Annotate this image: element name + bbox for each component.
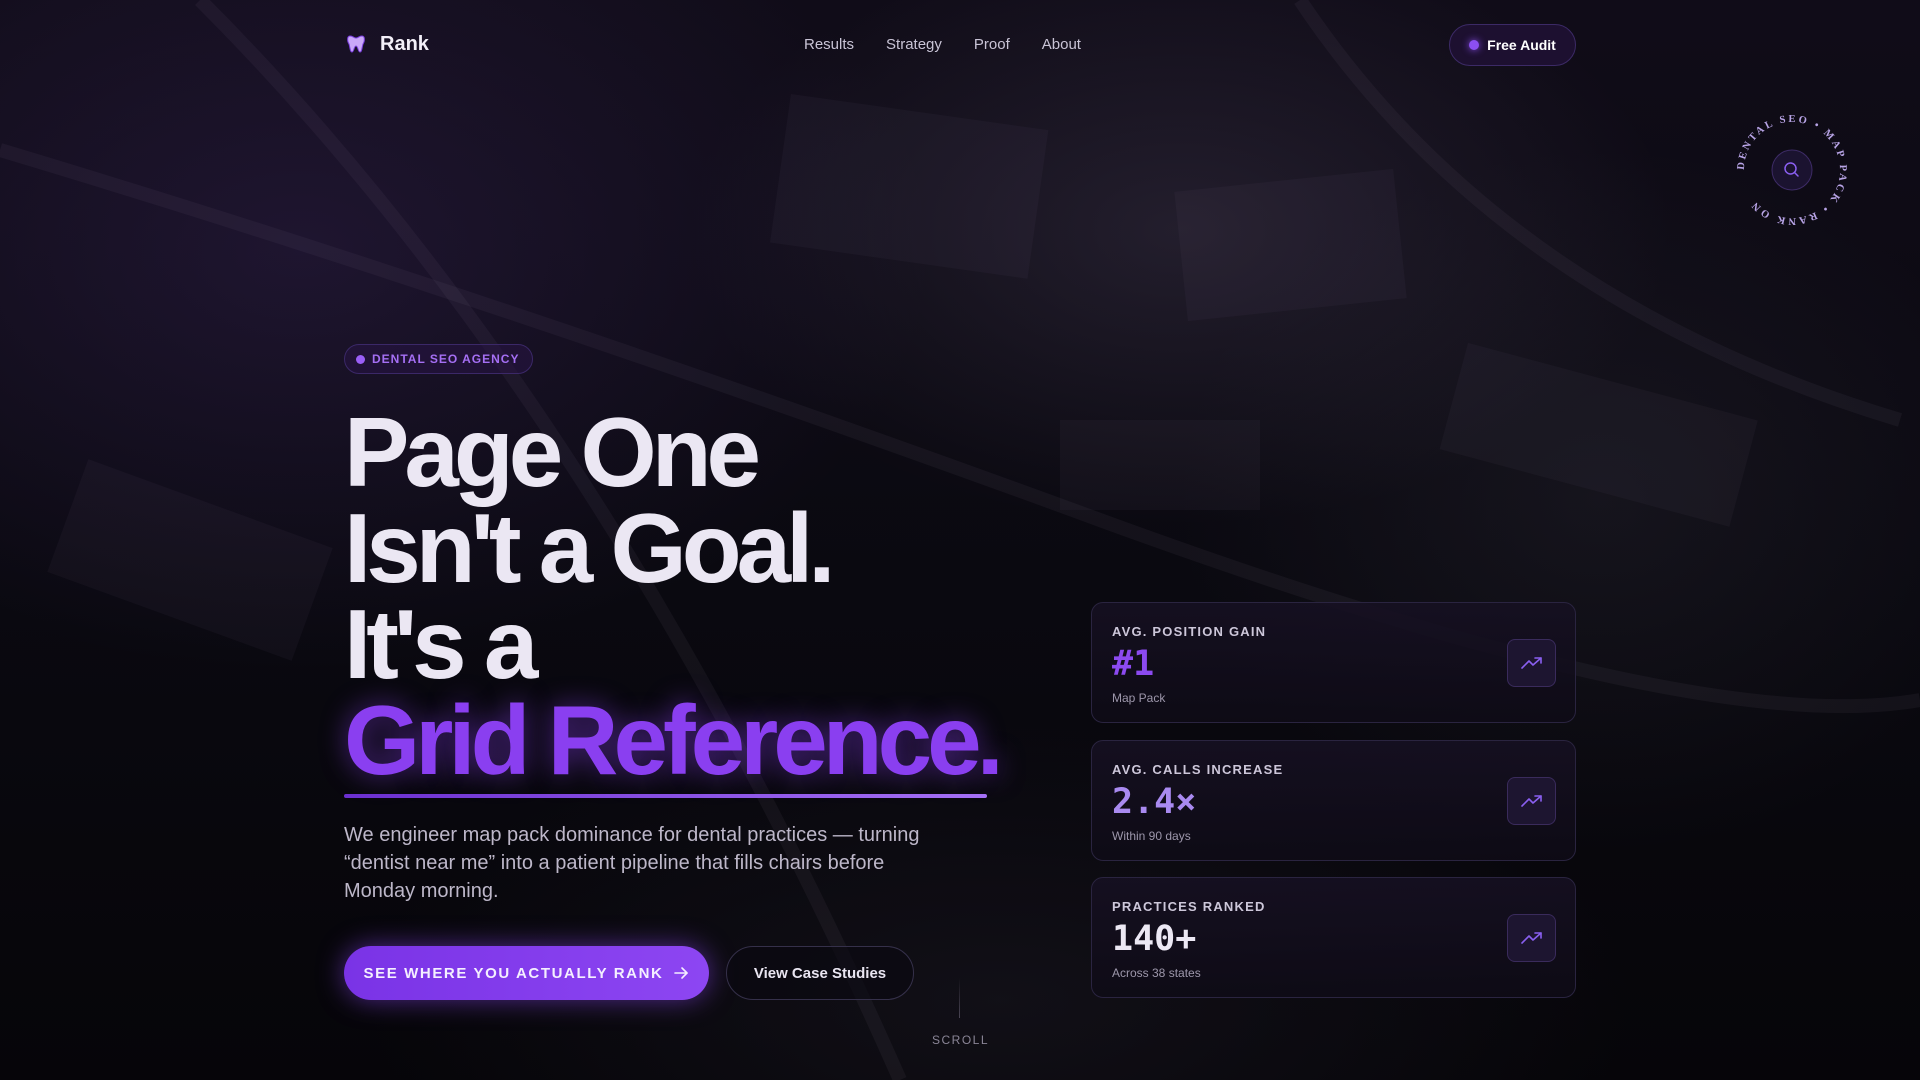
stat-sub: Across 38 states [1112,966,1201,980]
trending-up-icon [1520,657,1542,669]
arrow-right-icon [674,967,689,979]
rotating-badge: DENTAL SEO • MAP PACK • RANK ON [1736,114,1845,226]
stat-label: PRACTICES RANKED [1112,899,1266,914]
stat-value: 140+ [1112,919,1197,959]
nav-link-strategy[interactable]: Strategy [886,36,942,53]
status-dot [1469,40,1480,50]
headline-line-1: Page One [344,397,761,507]
stat-label: AVG. CALLS INCREASE [1112,762,1284,777]
headline-accent: Grid Reference. [344,685,1004,795]
stat-card-position-gain: AVG. POSITION GAIN #1 Map Pack [1091,602,1576,723]
tag-label: DENTAL SEO AGENCY [372,352,520,366]
trending-up-icon [1520,932,1542,944]
stat-icon-box [1507,639,1556,687]
stat-sub: Within 90 days [1112,829,1191,843]
nav-links: Results Strategy Proof About [804,36,1081,53]
top-nav: Rank Results Strategy Proof About Free A… [344,24,1576,66]
stat-icon-box [1507,777,1556,825]
stat-value: #1 [1112,644,1155,684]
nav-link-results[interactable]: Results [804,36,854,53]
stat-card-calls-increase: AVG. CALLS INCREASE 2.4× Within 90 days [1091,740,1576,861]
see-rank-button[interactable]: SEE WHERE YOU ACTUALLY RANK [344,946,709,1000]
nav-link-proof[interactable]: Proof [974,36,1010,53]
hero-headline: Page One Isn't a Goal. It's a Grid Refer… [344,397,1004,795]
scroll-indicator[interactable]: SCROLL [932,1033,989,1047]
free-audit-button[interactable]: Free Audit [1449,24,1576,66]
brand-name: Rank [380,32,429,55]
hero-subcopy: We engineer map pack dominance for denta… [344,824,920,902]
agency-tag: DENTAL SEO AGENCY [344,344,534,374]
headline-line-2: Isn't a Goal. [344,493,836,603]
free-audit-label: Free Audit [1487,37,1556,53]
brand-logo[interactable]: Rank [344,32,429,56]
scroll-line [959,978,960,1018]
tag-dot [356,354,365,364]
view-case-studies-button[interactable]: View Case Studies [726,946,914,1000]
view-case-studies-label: View Case Studies [753,964,887,982]
trending-up-icon [1520,795,1542,807]
stat-card-practices-ranked: PRACTICES RANKED 140+ Across 38 states [1091,877,1576,998]
see-rank-label: SEE WHERE YOU ACTUALLY RANK [363,964,664,982]
tooth-icon [347,35,365,53]
badge-center [1771,149,1813,191]
stat-sub: Map Pack [1112,691,1166,705]
headline-line-3: It's a [344,589,538,699]
nav-link-about[interactable]: About [1042,36,1081,53]
headline-underline [344,794,987,798]
stat-label: AVG. POSITION GAIN [1112,624,1267,639]
stat-icon-box [1507,914,1556,962]
stat-value: 2.4× [1112,782,1197,822]
